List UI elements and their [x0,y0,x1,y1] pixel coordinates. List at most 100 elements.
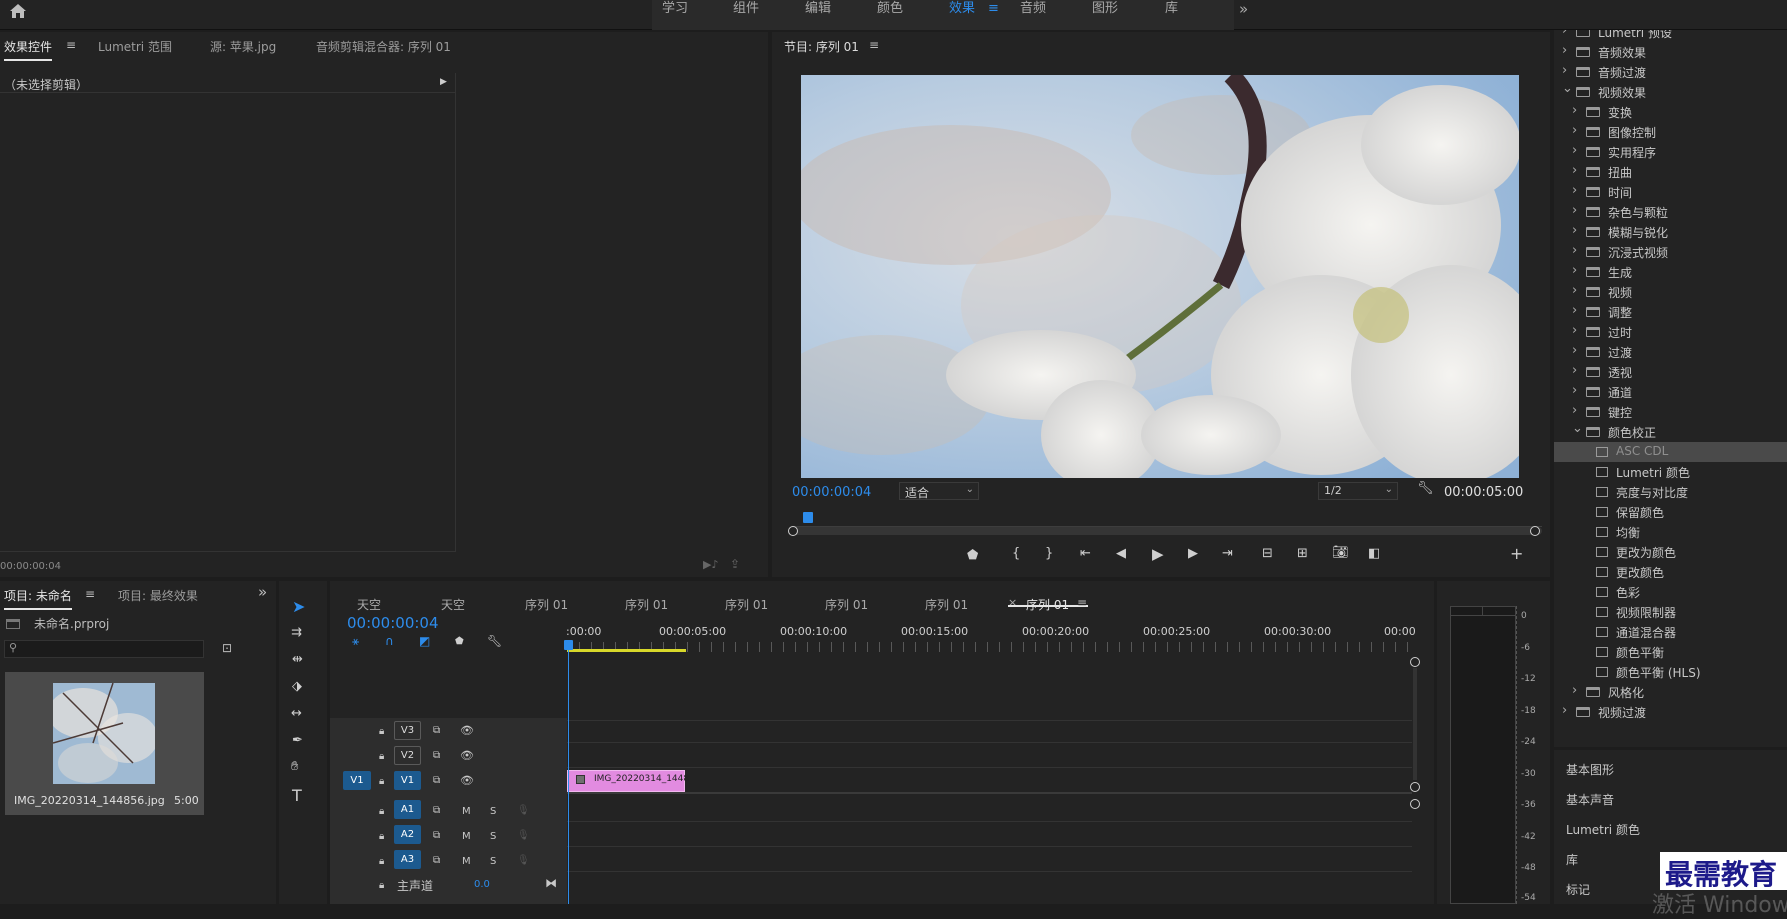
tab-sequence-sky-2[interactable]: 天空 [441,596,465,613]
workspace-menu-icon[interactable]: ≡ [988,0,999,30]
effect-item[interactable]: 均衡 [1554,522,1787,542]
chevron-right-icon[interactable]: › [1572,183,1577,198]
hand-tool-icon[interactable]: ✋︎ [291,759,298,774]
tab-sequence-sky-1[interactable]: 天空 [357,596,381,613]
track-target-v2[interactable]: V2 [394,746,421,765]
chevron-right-icon[interactable]: › [1572,143,1577,158]
effects-folder[interactable]: › 杂色与颗粒 [1554,202,1787,222]
mute-button[interactable]: M [462,806,471,817]
audio-track-a3[interactable] [567,849,1412,872]
panel-menu-icon[interactable]: ≡ [66,38,76,52]
chevron-right-icon[interactable]: › [1572,203,1577,218]
audio-track-a1[interactable] [567,799,1412,822]
chevron-right-icon[interactable]: › [1572,343,1577,358]
effects-folder[interactable]: › Lumetri 预设 [1554,30,1787,42]
effects-folder[interactable]: › 生成 [1554,262,1787,282]
slip-tool-icon[interactable]: ↔ [291,706,302,721]
effects-folder[interactable]: › 风格化 [1554,682,1787,702]
new-bin-icon[interactable]: ⊡ [222,641,232,655]
panels-more-icon[interactable]: » [258,583,267,601]
effects-folder[interactable]: › 沉浸式视频 [1554,242,1787,262]
track-select-tool-icon[interactable]: ⇉ [291,625,302,640]
eye-icon[interactable]: 👁︎ [460,749,474,762]
side-essential-sound[interactable]: 基本声音 [1566,791,1614,808]
snap-icon[interactable]: ∩ [385,634,394,648]
track-target-v3[interactable]: V3 [394,721,421,740]
lock-icon[interactable]: 🔒︎ [379,776,384,787]
effects-folder[interactable]: › 扭曲 [1554,162,1787,182]
mute-button[interactable]: M [462,831,471,842]
home-icon[interactable] [9,3,27,21]
step-forward-icon[interactable]: ▶︎ [1188,546,1198,561]
zoom-handle-right[interactable] [1530,526,1540,536]
workspace-learn[interactable]: 学习 [662,0,688,30]
effect-item[interactable]: 色彩 [1554,582,1787,602]
effects-folder[interactable]: › 模糊与锐化 [1554,222,1787,242]
effect-item[interactable]: 保留颜色 [1554,502,1787,522]
chevron-right-icon[interactable]: › [1562,30,1567,38]
effects-folder[interactable]: › 实用程序 [1554,142,1787,162]
chevron-down-icon[interactable]: ⌄ [1562,81,1573,96]
solo-button[interactable]: S [490,831,496,842]
timeline-settings-icon[interactable]: 🔧︎ [487,634,502,648]
toggle-sync-icon[interactable]: ⧉ [433,775,440,786]
effects-folder[interactable]: › 音频效果 [1554,42,1787,62]
mic-icon[interactable]: 🎙︎ [517,805,530,816]
filter-clip-icon[interactable]: ▶♪ [703,558,718,571]
timeline-clip[interactable]: IMG_20220314_1448 [567,770,689,792]
chevron-right-icon[interactable]: › [1572,263,1577,278]
workspace-libraries[interactable]: 库 [1165,0,1178,30]
mic-icon[interactable]: 🎙︎ [517,855,530,866]
side-essential-graphics[interactable]: 基本图形 [1566,761,1614,778]
track-target-a3[interactable]: A3 [394,850,421,869]
chevron-right-icon[interactable]: › [1572,383,1577,398]
fit-dropdown[interactable]: 适合 ⌄ [899,482,979,500]
workspace-graphics[interactable]: 图形 [1092,0,1118,30]
effect-item[interactable]: 更改颜色 [1554,562,1787,582]
chevron-right-icon[interactable]: › [1562,63,1567,78]
lock-icon[interactable]: 🔒︎ [379,726,384,737]
effects-folder[interactable]: › 过渡 [1554,342,1787,362]
track-target-v1[interactable]: V1 [394,771,421,790]
go-to-out-icon[interactable]: ⇥ [1222,546,1233,561]
mark-out-icon[interactable]: } [1045,546,1053,561]
chevron-right-icon[interactable]: › [1572,123,1577,138]
vertical-zoom-handle[interactable] [1410,799,1420,809]
video-track-v1[interactable] [567,769,1412,794]
effect-item[interactable]: 更改为颜色 [1554,542,1787,562]
chevron-right-icon[interactable]: › [1572,243,1577,258]
comparison-view-icon[interactable]: ◧ [1368,546,1380,561]
linked-selection-icon[interactable]: ◩ [419,634,430,648]
lock-icon[interactable]: 🔒︎ [379,831,384,842]
nest-toggle-icon[interactable]: ⚹ [352,634,359,649]
effect-item[interactable]: 视频限制器 [1554,602,1787,622]
panel-menu-icon[interactable]: ≡ [1077,596,1087,610]
selection-tool-icon[interactable]: ➤ [292,597,305,616]
chevron-right-icon[interactable]: › [1562,43,1567,58]
effect-item[interactable]: 颜色平衡 [1554,642,1787,662]
chevron-right-icon[interactable]: › [1572,303,1577,318]
effects-folder[interactable]: › 视频过渡 [1554,702,1787,722]
chevron-right-icon[interactable]: › [1572,103,1577,118]
ripple-edit-tool-icon[interactable]: ⇹ [292,652,303,667]
audio-track-a2[interactable] [567,824,1412,847]
chevron-down-icon[interactable]: ⌄ [1572,421,1583,436]
effects-folder[interactable]: ⌄ 视频效果 [1554,81,1787,102]
toggle-sync-icon[interactable]: ⧉ [433,750,440,761]
export-icon[interactable]: ⇪ [730,557,740,571]
eye-icon[interactable]: 👁︎ [460,724,474,737]
workspace-assembly[interactable]: 组件 [733,0,759,30]
playhead[interactable] [564,640,573,650]
resolution-dropdown[interactable]: 1/2 ⌄ [1318,482,1398,500]
go-to-end-icon[interactable]: ⧓ [545,876,557,890]
tab-sequence-5[interactable]: 序列 01 [925,596,968,613]
type-tool-icon[interactable]: T [292,786,302,805]
lock-icon[interactable]: 🔒︎ [379,880,384,891]
toggle-sync-icon[interactable]: ⧉ [433,855,440,866]
chevron-right-icon[interactable]: › [1572,223,1577,238]
export-frame-icon[interactable]: 📷︎ [1332,545,1349,560]
side-libraries[interactable]: 库 [1566,851,1578,868]
vertical-zoom-handle[interactable] [1410,782,1420,792]
effects-folder[interactable]: ⌄ 颜色校正 [1554,421,1787,442]
expand-arrow-icon[interactable]: ▶ [440,77,447,87]
